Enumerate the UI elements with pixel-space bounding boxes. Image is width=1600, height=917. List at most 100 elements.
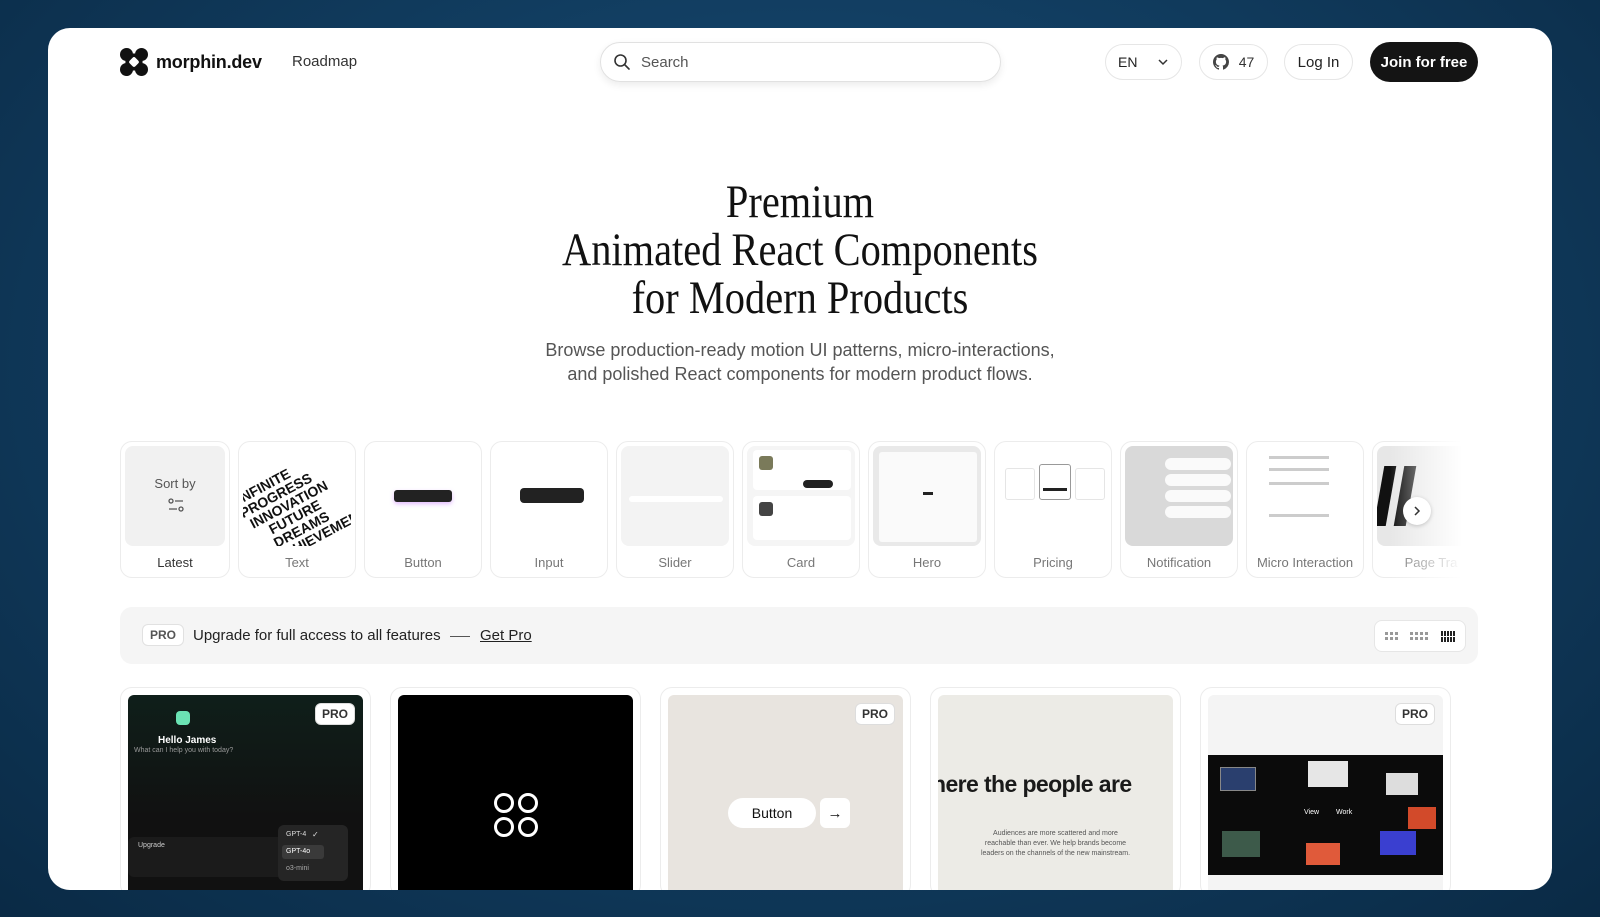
gallery-work-label: Work	[1336, 809, 1353, 816]
github-star-count: 47	[1238, 54, 1255, 70]
category-latest[interactable]: Sort by Latest	[120, 441, 230, 578]
preview-coat-2	[759, 502, 773, 516]
hero-title: Premium Animated React Components for Mo…	[153, 178, 1446, 322]
preview-plan-1	[1005, 468, 1035, 500]
category-thumb	[747, 446, 855, 546]
category-thumb: INFINITE PROGRESS INNOVATION FUTURE DREAMS A…	[243, 446, 351, 546]
category-notification[interactable]: Notification	[1120, 441, 1238, 578]
pro-badge: PRO	[854, 703, 895, 725]
hero-subtitle-line2: and polished React components for modern…	[567, 364, 1033, 384]
morphin-logo-icon	[120, 48, 148, 76]
sort-icon	[168, 498, 184, 512]
category-pricing[interactable]: Pricing	[994, 441, 1112, 578]
component-card-button[interactable]: Button → PRO	[660, 687, 911, 890]
category-thumb	[1251, 446, 1359, 546]
gallery-thumb	[1220, 767, 1256, 791]
grid-view-toggle	[1374, 620, 1466, 652]
arrow-right-icon: →	[820, 798, 850, 828]
chat-greeting: Hello James	[158, 735, 217, 746]
search-input[interactable]: Search	[600, 42, 1001, 82]
marquee-headline: here the people are	[938, 771, 1132, 797]
category-thumb	[873, 446, 981, 546]
login-button[interactable]: Log In	[1284, 44, 1353, 80]
preview-list-3	[1269, 482, 1329, 485]
category-thumb	[621, 446, 729, 546]
pro-badge: PRO	[1394, 703, 1435, 725]
card-preview: Hello James What can I help you with tod…	[128, 695, 363, 890]
category-micro-interaction[interactable]: Micro Interaction	[1246, 441, 1364, 578]
component-card-logo-animation[interactable]	[390, 687, 641, 890]
preview-hero-page	[879, 452, 977, 542]
github-stars-button[interactable]: 47	[1199, 44, 1268, 80]
brand-name: morphin.dev	[156, 51, 262, 72]
card-preview: Button → PRO	[668, 695, 903, 890]
category-button[interactable]: Button	[364, 441, 482, 578]
category-next-button[interactable]	[1403, 497, 1431, 525]
hero-title-line1: Premium	[725, 176, 875, 228]
category-label: Button	[404, 555, 442, 570]
morphin-logo-icon	[494, 793, 538, 837]
preview-list-1	[1269, 456, 1329, 459]
gallery-thumb	[1308, 761, 1348, 787]
card-preview: here the people are Audiences are more s…	[938, 695, 1173, 890]
preview-hero-button	[923, 492, 933, 495]
language-select[interactable]: EN	[1105, 44, 1182, 80]
chevron-right-icon	[1414, 506, 1421, 516]
category-text[interactable]: INFINITE PROGRESS INNOVATION FUTURE DREAMS A…	[238, 441, 356, 578]
model-option: GPT-4o	[286, 848, 311, 855]
body-line: reachable than ever. We help brands beco…	[984, 840, 1127, 847]
grid-5-icon[interactable]	[1440, 630, 1455, 642]
sparkle-logo-icon	[176, 711, 190, 725]
body-line: leaders on the channels of the new mains…	[980, 850, 1131, 857]
category-label: Text	[285, 555, 309, 570]
preview-dark-button	[394, 490, 452, 502]
preview-plan-3	[1075, 468, 1105, 500]
hero-subtitle-line1: Browse production-ready motion UI patter…	[545, 340, 1055, 360]
hero-title-line2: Animated React Components	[562, 224, 1038, 276]
model-option: GPT-4	[286, 831, 307, 838]
category-label: Hero	[912, 555, 942, 570]
category-label: Pricing	[1033, 555, 1073, 570]
grid-3-icon[interactable]	[1385, 632, 1399, 640]
category-thumb	[369, 446, 477, 546]
pro-badge: PRO	[142, 624, 185, 646]
preview-notification-4	[1165, 506, 1231, 518]
category-input[interactable]: Input	[490, 441, 608, 578]
pro-upgrade-bar: PRO Upgrade for full access to all featu…	[120, 607, 1478, 664]
hero-subtitle: Browse production-ready motion UI patter…	[48, 338, 1552, 386]
category-thumb	[1125, 446, 1233, 546]
app-window: morphin.dev Roadmap Search EN 47 Log In …	[48, 28, 1552, 890]
gallery-thumb	[1386, 773, 1418, 795]
category-thumb	[999, 446, 1107, 546]
gallery-view-label: View	[1304, 809, 1320, 816]
preview-coat-1	[759, 456, 773, 470]
gallery-thumb	[1306, 843, 1340, 865]
grid-4-icon[interactable]	[1410, 632, 1429, 640]
category-hero[interactable]: Hero	[868, 441, 986, 578]
category-thumb: Sort by	[125, 446, 225, 546]
preview-notification-1	[1165, 458, 1231, 470]
category-slider[interactable]: Slider	[616, 441, 734, 578]
hero-title-line3: for Modern Products	[631, 272, 969, 324]
brand-logo[interactable]: morphin.dev	[120, 48, 262, 76]
gallery-canvas: View Work	[1208, 755, 1443, 875]
preview-list-2	[1269, 468, 1329, 471]
get-pro-link[interactable]: Get Pro	[480, 627, 532, 644]
category-thumb	[495, 446, 603, 546]
join-button[interactable]: Join for free	[1370, 42, 1478, 82]
component-card-text-marquee[interactable]: here the people are Audiences are more s…	[930, 687, 1181, 890]
nav-roadmap-link[interactable]: Roadmap	[292, 53, 357, 70]
category-label: Slider	[658, 555, 692, 570]
language-value: EN	[1118, 54, 1138, 70]
marquee-body: Audiences are more scattered and more re…	[938, 829, 1173, 859]
body-line: Audiences are more scattered and more	[993, 830, 1118, 837]
chevron-down-icon	[1158, 59, 1168, 66]
chat-prompt: What can I help you with today?	[134, 747, 234, 754]
component-card-gallery[interactable]: View Work PRO	[1200, 687, 1451, 890]
card-preview	[398, 695, 633, 890]
component-card-ai-chat[interactable]: Hello James What can I help you with tod…	[120, 687, 371, 890]
category-card[interactable]: Card	[742, 441, 860, 578]
pro-badge: PRO	[314, 703, 355, 725]
model-dropdown: GPT-4 ✓ GPT-4o o3-mini	[278, 825, 348, 881]
check-icon: ✓	[312, 830, 319, 839]
